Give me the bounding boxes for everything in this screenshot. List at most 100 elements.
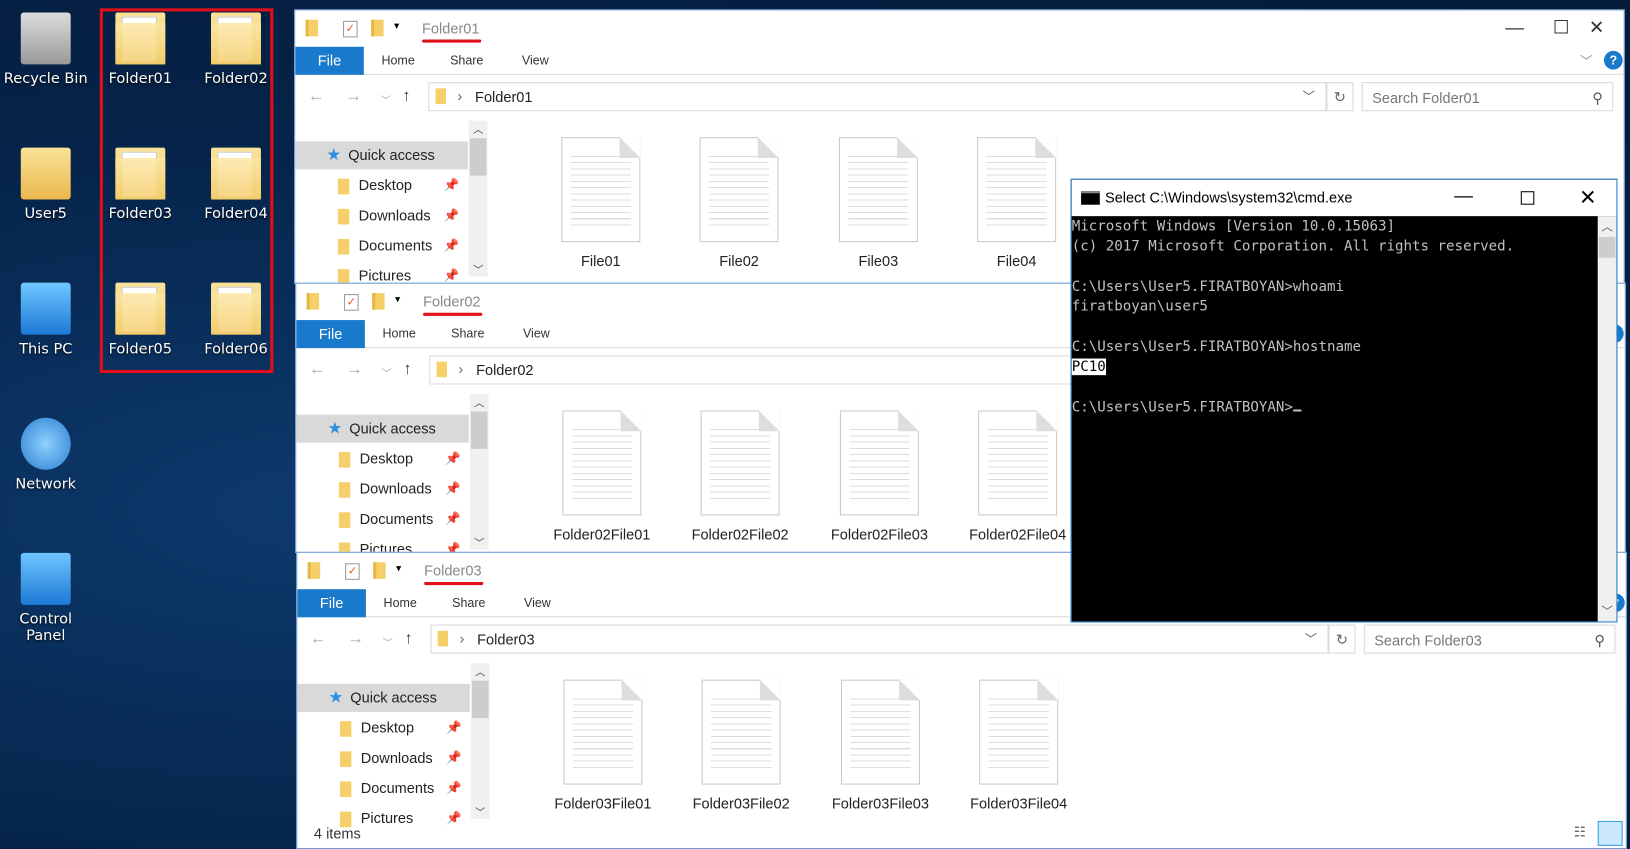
window-title: Folder03: [424, 562, 484, 586]
tab-home[interactable]: Home: [364, 47, 433, 75]
customize-quick-access-icon[interactable]: ▾: [394, 21, 399, 32]
new-folder-icon[interactable]: [373, 562, 386, 579]
file-item[interactable]: Folder03File01: [541, 679, 666, 812]
nav-scrollbar[interactable]: ︿ ﹀: [468, 120, 488, 277]
forward-button[interactable]: →: [345, 87, 362, 106]
nav-scrollbar[interactable]: ︿ ﹀: [470, 663, 490, 819]
up-button[interactable]: ↑: [404, 630, 412, 649]
tab-view[interactable]: View: [502, 320, 571, 348]
up-button[interactable]: ↑: [403, 361, 411, 380]
nav-item-desktop[interactable]: Desktop 📌: [297, 714, 470, 742]
recent-locations-icon[interactable]: ﹀: [381, 365, 391, 380]
customize-quick-access-icon[interactable]: ▾: [395, 294, 400, 305]
nav-item-downloads[interactable]: Downloads 📌: [297, 744, 470, 772]
tab-home[interactable]: Home: [366, 589, 435, 617]
help-icon[interactable]: ?: [1603, 50, 1623, 70]
tab-share[interactable]: Share: [432, 47, 501, 75]
network-icon: [20, 417, 71, 470]
refresh-button[interactable]: ↻: [1326, 82, 1354, 112]
forward-button[interactable]: →: [346, 361, 363, 380]
address-dropdown-icon[interactable]: ﹀: [1302, 87, 1314, 105]
file-item[interactable]: Folder02File04: [955, 410, 1080, 542]
back-button[interactable]: ←: [310, 630, 327, 649]
maximize-button[interactable]: [1520, 191, 1535, 205]
desktop-icon-recycle-bin[interactable]: Recycle Bin: [0, 12, 93, 87]
tab-view[interactable]: View: [501, 47, 570, 75]
folder-icon: [339, 721, 352, 737]
nav-item-documents[interactable]: Documents 📌: [296, 505, 469, 533]
desktop-icon-network[interactable]: Network: [0, 417, 93, 493]
cmd-titlebar[interactable]: Select C:\Windows\system32\cmd.exe — ✕: [1071, 179, 1617, 217]
file-item[interactable]: Folder03File03: [818, 679, 943, 812]
address-bar[interactable]: › Folder03 ﹀: [430, 624, 1329, 654]
tab-home[interactable]: Home: [365, 320, 434, 348]
refresh-button[interactable]: ↻: [1328, 624, 1356, 654]
file-item[interactable]: Folder02File03: [817, 410, 942, 542]
nav-item-documents[interactable]: Documents 📌: [297, 774, 470, 802]
nav-scrollbar[interactable]: ︿ ﹀: [469, 393, 489, 550]
search-input[interactable]: Search Folder03 ⚲: [1363, 624, 1616, 654]
properties-icon[interactable]: ✓: [344, 294, 359, 311]
customize-quick-access-icon[interactable]: ▾: [396, 563, 401, 574]
close-button[interactable]: ✕: [1579, 185, 1596, 211]
titlebar[interactable]: ✓ ▾ Folder01 — ☐ ✕: [295, 10, 1623, 46]
new-folder-icon[interactable]: [372, 293, 385, 310]
tab-view[interactable]: View: [503, 589, 572, 617]
large-icons-view-button[interactable]: [1597, 820, 1623, 846]
new-folder-icon[interactable]: [371, 19, 384, 37]
file-item[interactable]: File03: [816, 137, 941, 269]
file-item[interactable]: File04: [954, 137, 1079, 269]
back-button[interactable]: ←: [308, 87, 325, 106]
forward-button[interactable]: →: [347, 630, 364, 649]
folder-icon: [436, 361, 447, 378]
breadcrumb-path[interactable]: Folder01: [475, 88, 532, 105]
nav-item-downloads[interactable]: Downloads 📌: [295, 202, 468, 230]
nav-item-quick-access[interactable]: ★ Quick access: [296, 414, 469, 443]
details-view-button[interactable]: ☷: [1574, 824, 1586, 841]
tab-file[interactable]: File: [295, 46, 364, 75]
up-button[interactable]: ↑: [402, 87, 410, 106]
navigation-pane: ★ Quick access Desktop 📌 Downloads 📌 Doc…: [296, 393, 489, 552]
file-name: Folder02File02: [691, 525, 789, 543]
nav-item-downloads[interactable]: Downloads 📌: [296, 475, 469, 503]
nav-item-desktop[interactable]: Desktop 📌: [296, 445, 469, 473]
address-bar[interactable]: › Folder01 ﹀: [428, 82, 1327, 112]
cmd-scrollbar[interactable]: ︿ ﹀: [1597, 216, 1617, 622]
nav-item-label: Downloads: [359, 480, 432, 497]
cmd-window[interactable]: Select C:\Windows\system32\cmd.exe — ✕ M…: [1070, 178, 1618, 623]
minimize-button[interactable]: —: [1454, 185, 1473, 207]
address-dropdown-icon[interactable]: ﹀: [1305, 630, 1317, 648]
nav-item-quick-access[interactable]: ★ Quick access: [297, 683, 470, 712]
properties-icon[interactable]: ✓: [345, 563, 360, 580]
tab-file[interactable]: File: [297, 589, 366, 618]
tab-file[interactable]: File: [296, 320, 365, 349]
search-input[interactable]: Search Folder01 ⚲: [1361, 82, 1614, 112]
nav-item-quick-access[interactable]: ★ Quick access: [295, 141, 468, 170]
console-output[interactable]: Microsoft Windows [Version 10.0.15063] (c…: [1071, 216, 1617, 418]
nav-item-pictures[interactable]: Pictures 📌: [296, 535, 469, 552]
nav-item-desktop[interactable]: Desktop 📌: [295, 171, 468, 199]
desktop-icon-this-pc[interactable]: This PC: [0, 282, 93, 357]
file-item[interactable]: Folder02File02: [678, 410, 803, 542]
tab-share[interactable]: Share: [435, 589, 504, 617]
recent-locations-icon[interactable]: ﹀: [380, 91, 390, 107]
file-item[interactable]: Folder02File01: [540, 410, 665, 542]
properties-icon[interactable]: ✓: [343, 20, 358, 38]
file-item[interactable]: Folder03File04: [956, 679, 1081, 812]
desktop-icon-control-panel[interactable]: Control Panel: [0, 552, 93, 644]
nav-item-documents[interactable]: Documents 📌: [295, 232, 468, 260]
star-icon: ★: [326, 146, 342, 165]
file-item[interactable]: Folder03File02: [679, 679, 804, 812]
file-item[interactable]: File01: [538, 137, 663, 269]
desktop-icon-user5[interactable]: User5: [0, 147, 93, 222]
recent-locations-icon[interactable]: ﹀: [383, 634, 393, 649]
breadcrumb-path[interactable]: Folder02: [476, 362, 533, 379]
minimize-button[interactable]: —: [1491, 17, 1539, 39]
expand-ribbon-icon[interactable]: ﹀: [1580, 52, 1592, 70]
close-button[interactable]: ✕: [1573, 17, 1621, 39]
breadcrumb-path[interactable]: Folder03: [477, 631, 534, 648]
back-button[interactable]: ←: [309, 361, 326, 380]
tab-share[interactable]: Share: [433, 320, 502, 348]
file-item[interactable]: File02: [677, 137, 802, 269]
nav-item-pictures[interactable]: Pictures 📌: [295, 262, 468, 283]
